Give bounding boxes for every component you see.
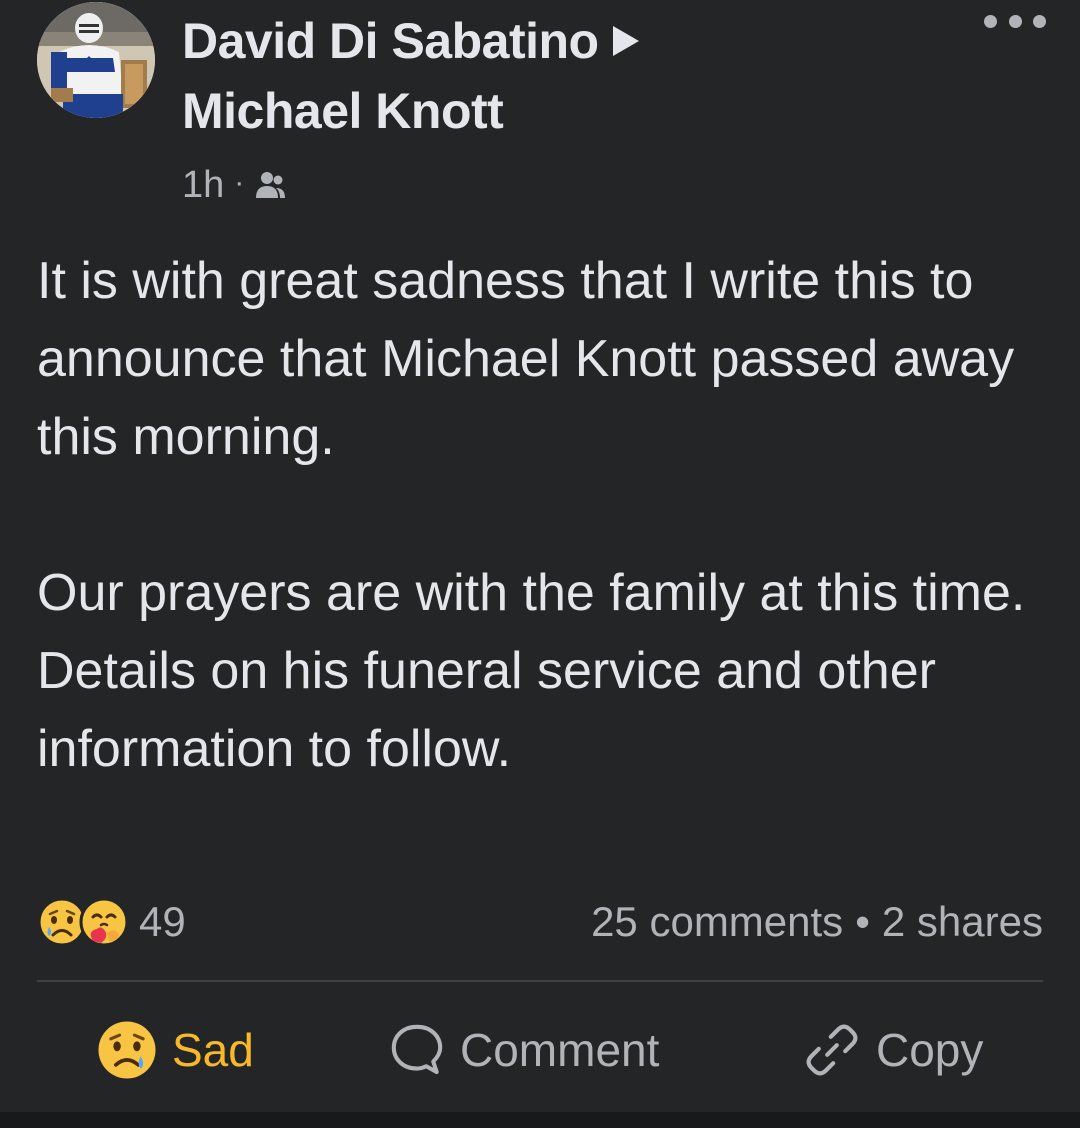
post-body: It is with great sadness that I write th… (37, 242, 1047, 788)
arrow-right-icon (612, 25, 639, 56)
sad-label: Sad (172, 1024, 254, 1076)
sad-emoji-icon (98, 1021, 156, 1079)
post-meta: 1h · (182, 160, 286, 210)
more-dot-icon (984, 14, 997, 28)
more-dot-icon (1008, 14, 1022, 28)
shares-count-link[interactable]: 2 shares (882, 898, 1043, 946)
sad-reaction-button[interactable]: Sad (96, 1012, 254, 1088)
post-header: David Di Sabatino Michael Knott (182, 6, 802, 146)
post-card: David Di Sabatino Michael Knott 1h · It … (0, 0, 1080, 1112)
stats-bullet: • (855, 898, 870, 945)
post-paragraph: It is with great sadness that I write th… (37, 252, 1015, 466)
reaction-count: 49 (139, 898, 186, 945)
more-dot-icon (1033, 14, 1046, 28)
recipient-name[interactable]: Michael Knott (182, 83, 504, 139)
friends-icon (256, 172, 286, 198)
author-name[interactable]: David Di Sabatino (182, 13, 599, 69)
divider (37, 980, 1043, 982)
copy-label: Copy (876, 1024, 984, 1076)
comments-count-link[interactable]: 25 comments (591, 898, 843, 946)
reactions-summary[interactable]: 49 (37, 897, 186, 947)
care-emoji-icon (79, 897, 129, 947)
post-paragraph: Our prayers are with the family at this … (37, 564, 1026, 622)
bottom-edge (0, 1112, 1080, 1128)
link-icon (806, 1024, 858, 1076)
comment-icon (391, 1024, 443, 1075)
engagement-counts: 25 comments • 2 shares (591, 898, 1043, 946)
post-time[interactable]: 1h (182, 164, 224, 207)
author-avatar[interactable] (37, 2, 155, 118)
comment-button[interactable]: Comment (388, 1012, 659, 1088)
comment-label: Comment (460, 1024, 660, 1076)
more-options-button[interactable] (984, 8, 1046, 34)
meta-separator: · (234, 166, 245, 199)
avatar-photo (37, 2, 155, 118)
post-stats: 49 25 comments • 2 shares (37, 890, 1043, 954)
post-paragraph: Details on his funeral service and other… (37, 642, 936, 778)
copy-link-button[interactable]: Copy (802, 1012, 983, 1088)
action-bar: Sad Comment Copy (0, 1012, 1080, 1088)
